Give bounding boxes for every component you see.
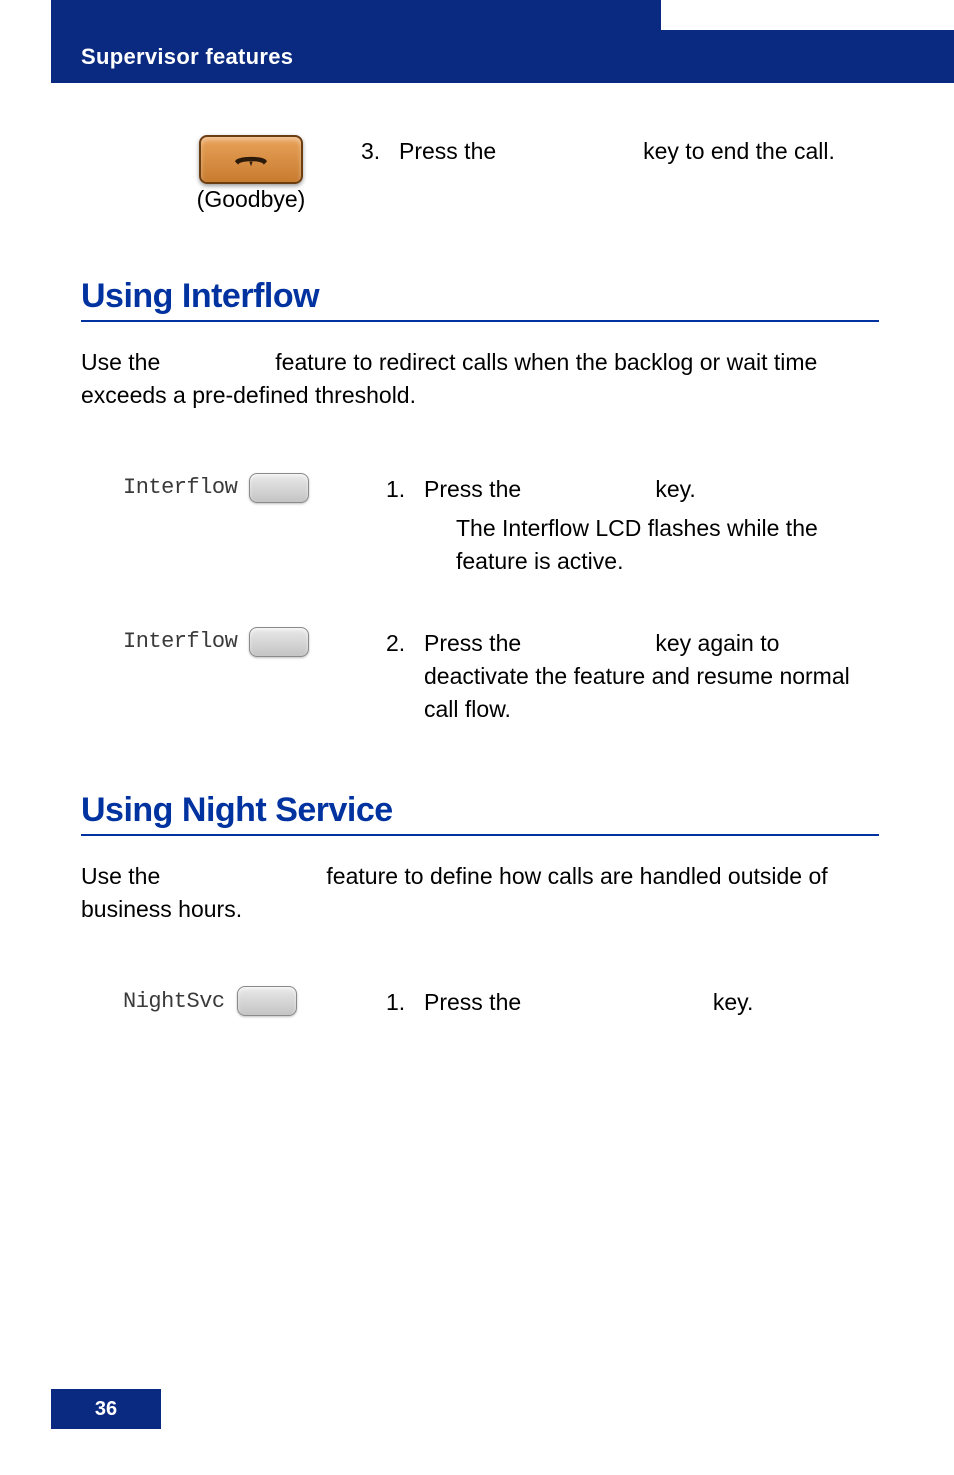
- page-number: 36: [51, 1389, 161, 1429]
- goodbye-caption: (Goodbye): [197, 186, 306, 213]
- interflow-intro: Use the feature to redirect calls when t…: [81, 346, 879, 413]
- hangup-icon: [232, 148, 270, 172]
- soft-key-icon: [249, 473, 309, 503]
- page-container: Supervisor features (Goodbye) 3. Press t…: [0, 0, 954, 1475]
- night-step1-num: 1.: [386, 986, 410, 1019]
- interflow-key2-col: Interflow: [81, 627, 386, 657]
- goodbye-key-icon: [199, 135, 303, 184]
- interflow-step1-note: The Interflow LCD flashes while the feat…: [424, 512, 879, 579]
- night-rule: [81, 834, 879, 836]
- header-tab: [51, 0, 661, 30]
- soft-key-icon: [249, 627, 309, 657]
- goodbye-step-number: 3.: [361, 135, 385, 168]
- night-step1-row: NightSvc 1. Press the key.: [81, 986, 879, 1019]
- goodbye-step-text: Press the key to end the call.: [399, 135, 835, 168]
- night-intro: Use the feature to define how calls are …: [81, 860, 879, 927]
- interflow-step2-row: Interflow 2. Press the key again to deac…: [81, 627, 879, 727]
- interflow-step2-num: 2.: [386, 627, 410, 727]
- goodbye-step-row: (Goodbye) 3. Press the key to end the ca…: [81, 135, 879, 213]
- interflow-step2-text: Press the key again to deactivate the fe…: [424, 627, 879, 727]
- page-number-text: 36: [95, 1398, 117, 1421]
- interflow-step1-num: 1.: [386, 473, 410, 579]
- soft-key-icon: [237, 986, 297, 1016]
- night-step1-text: Press the key.: [424, 986, 879, 1019]
- interflow-rule: [81, 320, 879, 322]
- interflow-step1-text: Press the key.: [424, 473, 879, 506]
- page-header: Supervisor features: [51, 30, 954, 83]
- interflow-title: Using Interflow: [81, 277, 879, 316]
- night-lcd1: NightSvc: [123, 989, 225, 1014]
- interflow-step2-textcol: 2. Press the key again to deactivate the…: [386, 627, 879, 727]
- interflow-key1-col: Interflow: [81, 473, 386, 503]
- interflow-lcd2: Interflow: [123, 629, 237, 654]
- interflow-lcd1: Interflow: [123, 475, 237, 500]
- goodbye-step-text-col: 3. Press the key to end the call.: [361, 135, 879, 168]
- night-step1-textcol: 1. Press the key.: [386, 986, 879, 1019]
- header-title: Supervisor features: [81, 44, 293, 70]
- interflow-step1-textcol: 1. Press the key. The Interflow LCD flas…: [386, 473, 879, 579]
- interflow-step1-textblock: Press the key. The Interflow LCD flashes…: [424, 473, 879, 579]
- interflow-step1-row: Interflow 1. Press the key. The Interflo…: [81, 473, 879, 579]
- content-area: (Goodbye) 3. Press the key to end the ca…: [81, 110, 879, 1068]
- goodbye-key-column: (Goodbye): [81, 135, 361, 213]
- night-key1-col: NightSvc: [81, 986, 386, 1016]
- night-title: Using Night Service: [81, 791, 879, 830]
